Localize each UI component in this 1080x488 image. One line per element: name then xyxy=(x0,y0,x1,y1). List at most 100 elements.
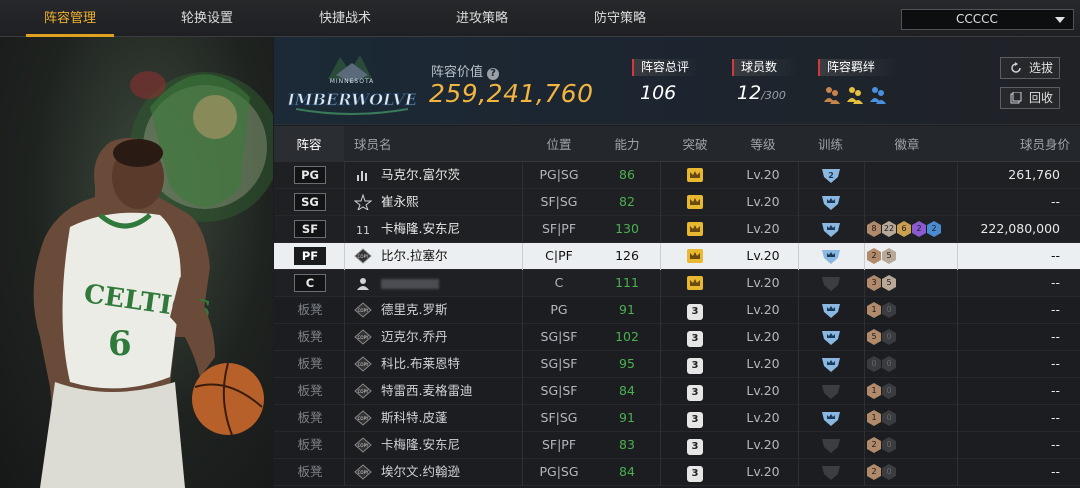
jersey-number: 6 xyxy=(108,324,132,364)
player-position: SG|SF xyxy=(540,356,578,371)
table-row[interactable]: SF 11 卡梅隆.安东尼 SF|PF 130 Lv.20 8 22 6 2 2 222… xyxy=(274,216,1080,243)
badge-hex-icon: 0 xyxy=(882,356,896,372)
training-cell[interactable] xyxy=(798,243,863,269)
col-training[interactable]: 训练 xyxy=(798,126,863,162)
training-cell[interactable] xyxy=(798,270,863,296)
col-lineup[interactable]: 阵容 xyxy=(274,126,344,162)
breakthrough-cell[interactable] xyxy=(662,243,728,269)
table-row[interactable]: PG 马克尔.富尔茨 PG|SG 86 Lv.20 2 261,760 xyxy=(274,162,1080,189)
player-name: 卡梅隆.安东尼 xyxy=(381,221,460,236)
player-worth: -- xyxy=(1050,302,1060,317)
badge-list[interactable]: 25 xyxy=(867,248,897,265)
player-ability: 84 xyxy=(619,383,635,398)
table-row[interactable]: 板凳 COPY 卡梅隆.安东尼 SF|PF 83 3 Lv.20 20 -- xyxy=(274,432,1080,459)
player-name: 马克尔.富尔茨 xyxy=(381,167,460,182)
breakthrough-cell[interactable]: 3 xyxy=(662,459,728,485)
tab-defense-strategy[interactable]: 防守策略 xyxy=(570,0,670,37)
player-worth: -- xyxy=(1050,383,1060,398)
table-row[interactable]: C C 111 Lv.20 35 -- xyxy=(274,270,1080,297)
chevron-down-icon xyxy=(1055,17,1065,23)
badge-hex-icon: 8 xyxy=(867,221,881,237)
training-cell[interactable] xyxy=(798,297,863,323)
badge-hex-icon: 0 xyxy=(882,329,896,345)
tab-offense-strategy[interactable]: 进攻策略 xyxy=(432,0,532,37)
table-row[interactable]: SG 崔永熙 SF|SG 82 Lv.20 -- xyxy=(274,189,1080,216)
crown-icon xyxy=(687,249,703,263)
slot-position-badge[interactable]: SG xyxy=(294,193,326,211)
svg-text:2: 2 xyxy=(828,171,834,180)
badge-list[interactable]: 10 xyxy=(867,383,897,400)
table-row[interactable]: 板凳 COPY 迈克尔.乔丹 SG|SF 102 3 Lv.20 50 -- xyxy=(274,324,1080,351)
badge-list[interactable]: 10 xyxy=(867,410,897,427)
bond-icons[interactable] xyxy=(822,84,892,106)
table-row[interactable]: 板凳 COPY 斯科特.皮蓬 SF|SG 91 3 Lv.20 10 -- xyxy=(274,405,1080,432)
badge-list[interactable]: 20 xyxy=(867,437,897,454)
table-row[interactable]: 板凳 COPY 科比.布莱恩特 SG|SF 95 3 Lv.20 00 -- xyxy=(274,351,1080,378)
tab-lineup-management[interactable]: 阵容管理 xyxy=(20,0,120,37)
player-worth: -- xyxy=(1050,410,1060,425)
col-level[interactable]: 等级 xyxy=(728,126,798,162)
table-row[interactable]: 板凳 COPY 特雷西.麦格雷迪 SG|SF 84 3 Lv.20 10 -- xyxy=(274,378,1080,405)
copy-icon: COPY xyxy=(354,383,372,399)
team-header: MINNESOTA TIMBERWOLVES 阵容价值? 259,241,760… xyxy=(274,37,1080,125)
player-level: Lv.20 xyxy=(746,221,780,236)
table-row[interactable]: 板凳 COPY 德里克.罗斯 PG 91 3 Lv.20 10 -- xyxy=(274,297,1080,324)
breakthrough-cell[interactable] xyxy=(662,162,728,188)
breakthrough-cell[interactable] xyxy=(662,189,728,215)
player-worth: -- xyxy=(1050,248,1060,263)
tab-rotation-settings[interactable]: 轮换设置 xyxy=(157,0,257,37)
col-player-name[interactable]: 球员名 xyxy=(354,126,414,162)
col-breakthrough[interactable]: 突破 xyxy=(662,126,728,162)
copy-icon: COPY xyxy=(354,248,372,264)
player-name-hidden xyxy=(381,270,439,296)
badge-list[interactable]: 00 xyxy=(867,356,897,373)
tab-quick-tactics[interactable]: 快捷战术 xyxy=(295,0,395,37)
badge-list[interactable]: 10 xyxy=(867,302,897,319)
breakthrough-cell[interactable]: 3 xyxy=(662,324,728,350)
recycle-button-label: 回收 xyxy=(1029,91,1054,105)
slot-position-badge[interactable]: SF xyxy=(294,220,326,238)
player-level: Lv.20 xyxy=(746,167,780,182)
table-row[interactable]: 板凳 COPY 埃尔文.约翰逊 PG|SG 84 3 Lv.20 20 -- xyxy=(274,459,1080,486)
recycle-button[interactable]: 回收 xyxy=(1000,87,1060,109)
crown-icon xyxy=(687,276,703,290)
training-cell[interactable] xyxy=(798,189,863,215)
badge-hex-icon: 0 xyxy=(882,437,896,453)
star-icon xyxy=(354,194,372,210)
badge-list[interactable]: 8 22 6 2 2 xyxy=(867,221,942,238)
breakthrough-cell[interactable]: 3 xyxy=(662,405,728,431)
badge-list[interactable]: 20 xyxy=(867,464,897,481)
training-cell[interactable] xyxy=(798,216,863,242)
training-cell[interactable] xyxy=(798,351,863,377)
table-row[interactable]: PF COPY 比尔.拉塞尔 C|PF 126 Lv.20 25 -- xyxy=(274,243,1080,270)
training-cell[interactable] xyxy=(798,459,863,485)
training-cell[interactable] xyxy=(798,432,863,458)
col-position[interactable]: 位置 xyxy=(524,126,594,162)
col-badges[interactable]: 徽章 xyxy=(867,126,947,162)
badge-hex-icon: 2 xyxy=(867,248,881,264)
col-ability[interactable]: 能力 xyxy=(592,126,662,162)
breakthrough-cell[interactable]: 3 xyxy=(662,378,728,404)
breakthrough-cell[interactable]: 3 xyxy=(662,351,728,377)
breakthrough-cell[interactable] xyxy=(662,270,728,296)
training-cell[interactable] xyxy=(798,405,863,431)
badge-list[interactable]: 35 xyxy=(867,275,897,292)
select-player-button[interactable]: 选拔 xyxy=(1000,57,1060,79)
breakthrough-cell[interactable]: 3 xyxy=(662,297,728,323)
breakthrough-cell[interactable]: 3 xyxy=(662,432,728,458)
player-position: SF|SG xyxy=(540,410,578,425)
breakthrough-cell[interactable] xyxy=(662,216,728,242)
slot-position-badge[interactable]: C xyxy=(294,274,326,292)
copy-icon: COPY xyxy=(354,410,372,426)
slot-position-badge[interactable]: PF xyxy=(294,247,326,265)
training-cell[interactable]: 2 xyxy=(798,162,863,188)
team-select-dropdown[interactable]: CCCCC xyxy=(901,9,1074,30)
crown-icon xyxy=(687,168,703,182)
training-cell[interactable] xyxy=(798,378,863,404)
player-position: SG|SF xyxy=(540,329,578,344)
player-level: Lv.20 xyxy=(746,194,780,209)
training-cell[interactable] xyxy=(798,324,863,350)
col-player-worth[interactable]: 球员身价 xyxy=(990,126,1070,162)
badge-list[interactable]: 50 xyxy=(867,329,897,346)
slot-position-badge[interactable]: PG xyxy=(294,166,326,184)
